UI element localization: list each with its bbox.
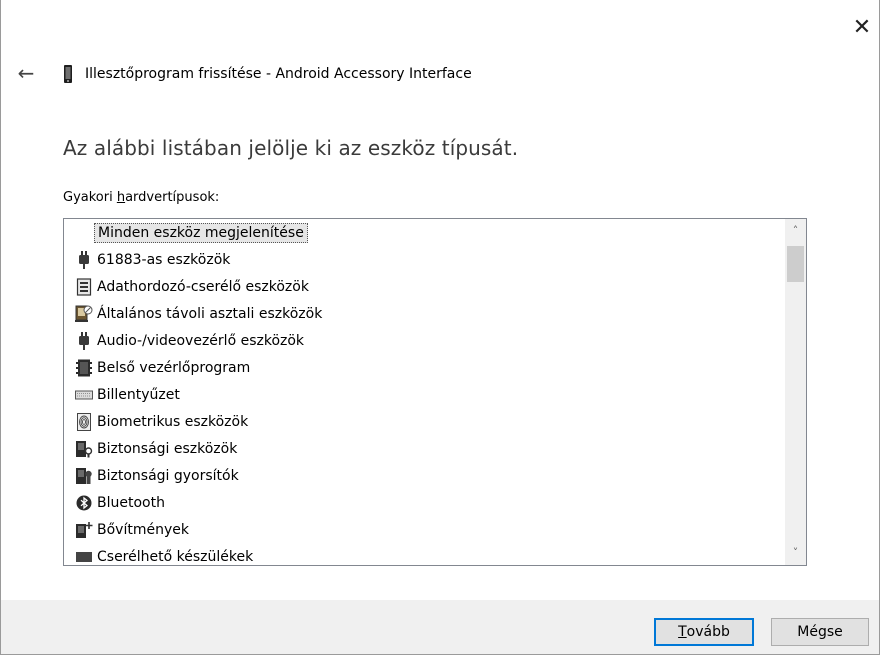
next-button[interactable]: Tovább — [654, 618, 754, 646]
fingerprint-icon — [75, 412, 93, 431]
instruction-heading: Az alábbi listában jelölje ki az eszköz … — [63, 136, 519, 160]
list-item[interactable]: Általános távoli asztali eszközök — [64, 300, 785, 327]
phone-device-icon — [63, 64, 73, 84]
list-item[interactable]: Audio-/videovezérlő eszközök — [64, 327, 785, 354]
common-hardware-types-label: Gyakori hardvertípusok: — [63, 190, 220, 205]
list-item[interactable]: Adathordozó-cserélő eszközök — [64, 273, 785, 300]
list-item[interactable]: Billentyűzet — [64, 381, 785, 408]
list-item[interactable]: Belső vezérlőprogram — [64, 354, 785, 381]
close-button[interactable]: ✕ — [845, 14, 879, 42]
driver-update-dialog: ✕ ← Illesztőprogram frissítése - Android… — [0, 0, 880, 655]
list-item-label: Általános távoli asztali eszközök — [97, 305, 323, 322]
back-arrow-icon: ← — [17, 61, 35, 85]
list-item-label: 61883-as eszközök — [97, 251, 231, 268]
scroll-down-button[interactable]: ˅ — [785, 543, 806, 563]
security-device-icon — [75, 440, 93, 458]
list-item-label: Cserélhető készülékek — [97, 548, 254, 565]
plug-icon — [75, 331, 93, 350]
list-item[interactable]: 61883-as eszközök — [64, 246, 785, 273]
scroll-thumb[interactable] — [787, 246, 804, 282]
list-item-label: Audio-/videovezérlő eszközök — [97, 332, 305, 349]
list-item-show-all[interactable]: Minden eszköz megjelenítése — [64, 219, 785, 246]
back-button[interactable]: ← — [13, 60, 39, 86]
show-all-devices-label: Minden eszköz megjelenítése — [94, 222, 308, 243]
dialog-header: Illesztőprogram frissítése - Android Acc… — [63, 63, 472, 85]
removable-icon — [75, 548, 93, 566]
chevron-up-icon: ˄ — [792, 224, 799, 237]
list-item[interactable]: Biztonsági eszközök — [64, 435, 785, 462]
remote-desktop-icon — [75, 305, 93, 323]
list-item[interactable]: Biometrikus eszközök — [64, 408, 785, 435]
list-scrollbar[interactable]: ˄ ˅ — [785, 219, 806, 565]
keyboard-icon — [75, 386, 93, 404]
dialog-title: Illesztőprogram frissítése - Android Acc… — [85, 66, 472, 82]
hardware-type-list[interactable]: Minden eszköz megjelenítése 61883-as esz… — [63, 218, 807, 566]
list-item[interactable]: Bluetooth — [64, 489, 785, 516]
list-item-label: Bővítmények — [97, 521, 189, 538]
scroll-up-button[interactable]: ˄ — [785, 221, 806, 241]
list-item-label: Biometrikus eszközök — [97, 413, 249, 430]
list-item[interactable]: Cserélhető készülékek — [64, 543, 785, 566]
list-item[interactable]: Bővítmények — [64, 516, 785, 543]
dialog-footer: Tovább Mégse — [1, 600, 879, 654]
list-item-label: Billentyűzet — [97, 386, 180, 403]
media-changer-icon — [75, 277, 93, 296]
hardware-type-items: Minden eszköz megjelenítése 61883-as esz… — [64, 219, 785, 566]
plug-icon — [75, 250, 93, 269]
security-accelerator-icon — [75, 467, 93, 485]
list-item-label: Adathordozó-cserélő eszközök — [97, 278, 309, 295]
cancel-button[interactable]: Mégse — [771, 618, 869, 646]
list-item-label: Biztonsági gyorsítók — [97, 467, 239, 484]
chevron-down-icon: ˅ — [792, 546, 799, 559]
list-item[interactable]: Biztonsági gyorsítók — [64, 462, 785, 489]
close-icon: ✕ — [852, 15, 872, 40]
bluetooth-icon — [75, 494, 93, 512]
list-item-label: Bluetooth — [97, 494, 165, 511]
firmware-icon — [75, 359, 93, 377]
list-item-label: Biztonsági eszközök — [97, 440, 238, 457]
extensions-icon — [75, 521, 93, 539]
list-item-label: Belső vezérlőprogram — [97, 359, 251, 376]
